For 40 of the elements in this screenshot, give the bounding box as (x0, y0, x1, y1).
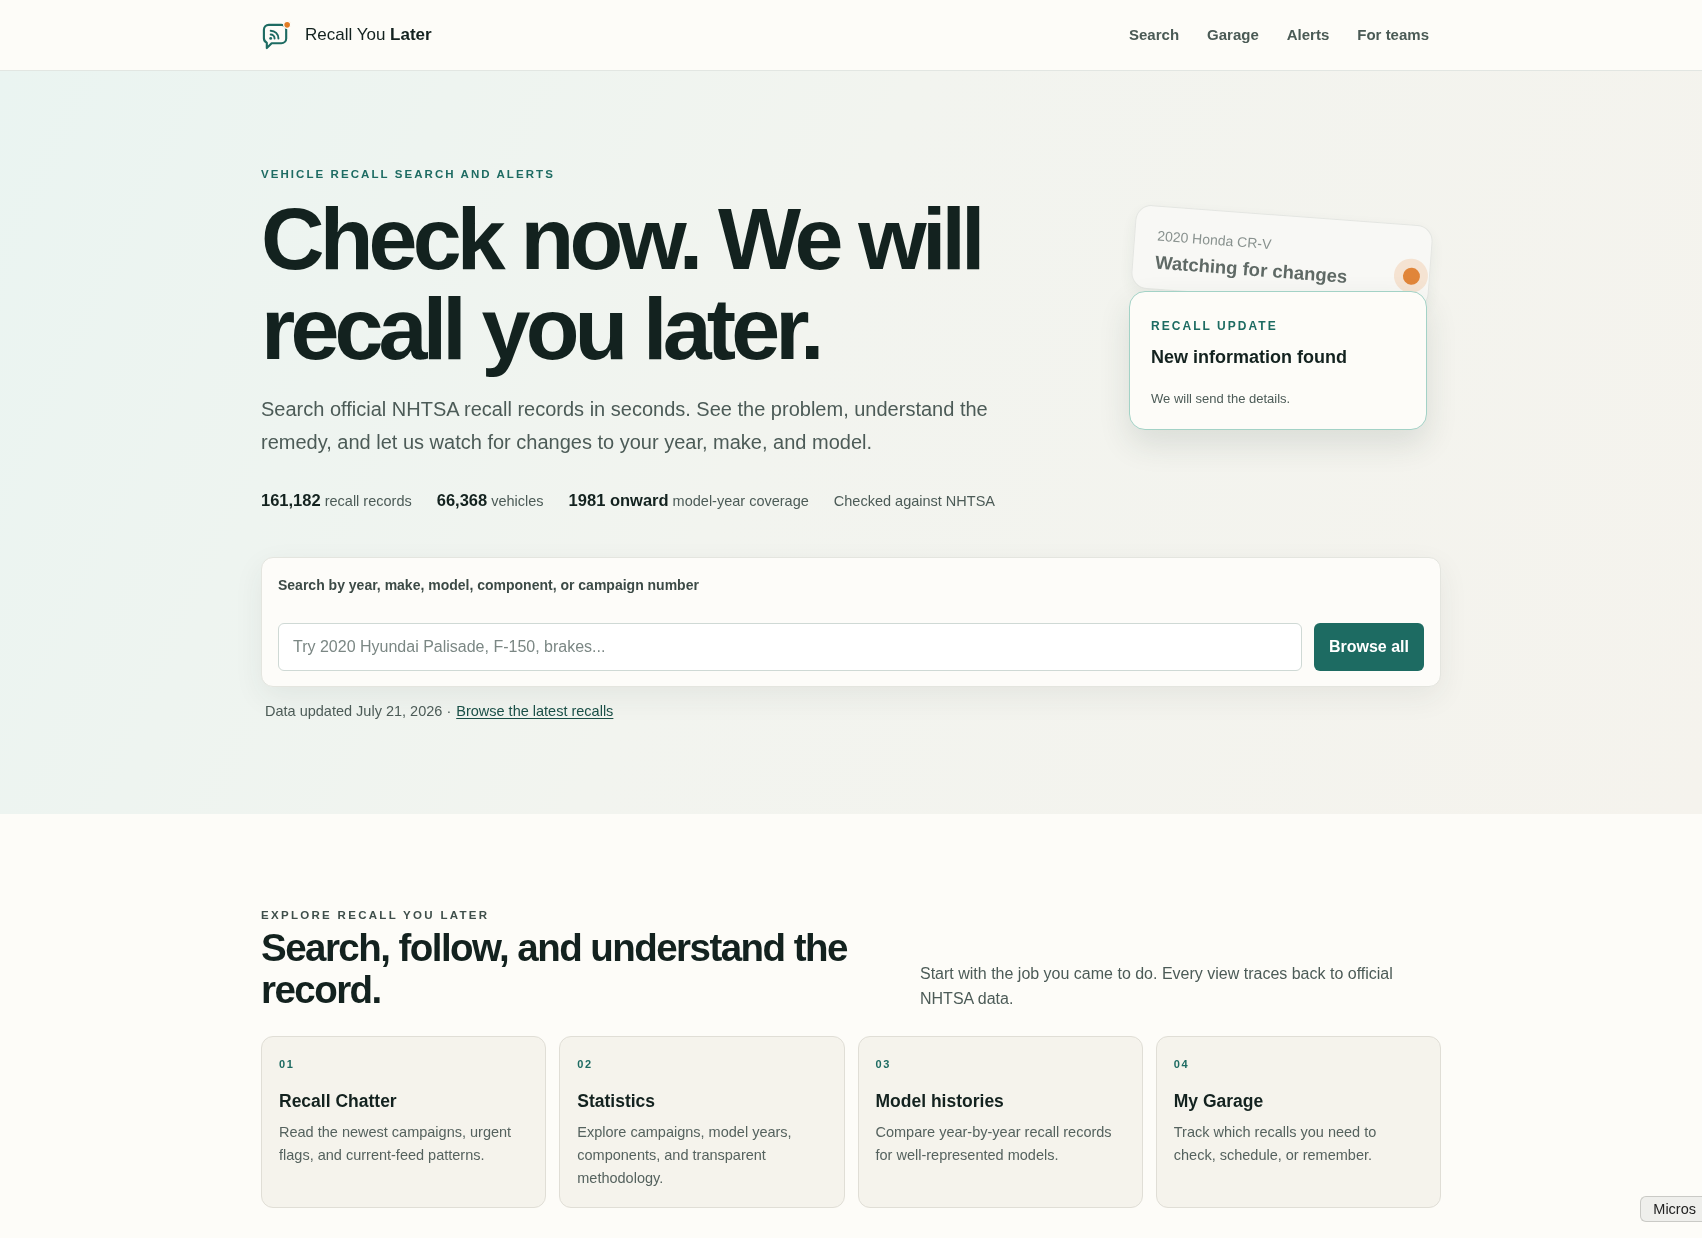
source-note: Checked against NHTSA (833, 492, 995, 511)
update-title: New information found (1151, 346, 1347, 369)
card-number: 04 (1173, 1057, 1190, 1071)
stat-text: 66,368 vehicles (436, 490, 544, 511)
card-number: 03 (875, 1057, 892, 1071)
stat-text: 1981 onward model-year coverage (568, 490, 809, 511)
nav-link[interactable]: Search (1129, 23, 1180, 47)
card-description: Explore campaigns, model years, components, and transparent methodology. (577, 1123, 793, 1188)
hero-description: Search official NHTSA recall records in seconds. See the problem, understand the remedy, and let us watch for changes to your year, make, and model. (261, 397, 989, 455)
card-number: 02 (577, 1057, 593, 1071)
feature-card[interactable]: 03 Model histories Compare year-by-year recall records for well-represented models. (857, 1036, 1143, 1208)
section-heading: Search, follow, and understand the record. (261, 927, 848, 1011)
card-number: 01 (279, 1057, 295, 1071)
update-label: RECALL UPDATE (1151, 318, 1278, 334)
chat-bubble-icon (261, 19, 292, 51)
latest-recalls-link[interactable]: Browse the latest recalls (456, 700, 614, 723)
browse-all-button[interactable]: Browse all (1313, 622, 1424, 671)
nav-link[interactable]: Alerts (1286, 23, 1330, 47)
card-title: Statistics (577, 1090, 656, 1113)
feature-card[interactable]: 01 Recall Chatter Read the newest campaigns, urgent flags, and current-feed patterns. (261, 1036, 547, 1208)
feature-card[interactable]: 02 Statistics Explore campaigns, model years, components, and transparent methodology. (559, 1036, 845, 1208)
card-description: Read the newest campaigns, urgent flags, and current-feed patterns. (279, 1123, 513, 1165)
eyebrow-text: VEHICLE RECALL SEARCH AND ALERTS (261, 167, 555, 181)
section-description: Start with the job you came to do. Every view traces back to official NHTSA data. (920, 964, 1394, 1009)
brand-name[interactable]: Recall You Later (305, 22, 432, 48)
card-title: Recall Chatter (279, 1090, 397, 1113)
nav-link[interactable]: Garage (1207, 23, 1259, 47)
update-body: We will send the details. (1151, 390, 1291, 408)
stat-text: 161,182 recall records (261, 490, 412, 511)
card-description: Compare year-by-year recall records for well-represented models. (875, 1123, 1113, 1165)
data-updated-text: Data updated July 21, 2026 · (265, 701, 452, 721)
section-eyebrow: EXPLORE RECALL YOU LATER (261, 908, 490, 922)
card-title: My Garage (1173, 1090, 1264, 1113)
tooltip: Micros (1640, 1196, 1702, 1222)
nav-link[interactable]: For teams (1357, 23, 1429, 47)
feature-card[interactable]: 04 My Garage Track which recalls you need to check, schedule, or remember. (1155, 1036, 1441, 1208)
search-label: Search by year, make, model, component, or campaign number (278, 575, 699, 595)
card-description: Track which recalls you need to check, schedule, or remember. (1173, 1123, 1378, 1165)
search-input[interactable]: Try 2020 Hyundai Palisade, F-150, brakes... (278, 622, 1302, 671)
card-title: Model histories (875, 1090, 1004, 1113)
